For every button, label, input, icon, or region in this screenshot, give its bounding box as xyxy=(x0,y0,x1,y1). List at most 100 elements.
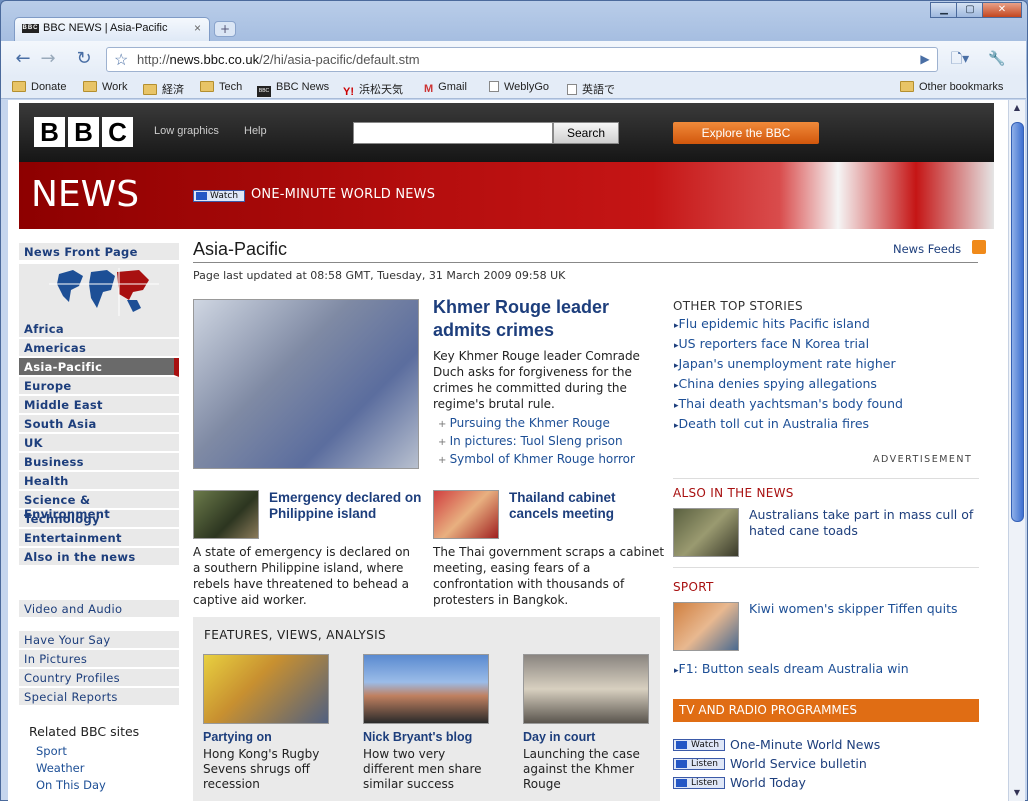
nav-country-profiles[interactable]: Country Profiles xyxy=(19,669,179,688)
browser-tab[interactable]: BBC BBC NEWS | Asia-Pacific × xyxy=(14,17,210,41)
watch-button[interactable]: Watch xyxy=(673,739,725,751)
listen-button[interactable]: Listen xyxy=(673,758,725,770)
world-map-image[interactable] xyxy=(19,264,179,320)
nav-special-reports[interactable]: Special Reports xyxy=(19,688,179,707)
nav-africa[interactable]: Africa xyxy=(19,320,179,339)
nav-business[interactable]: Business xyxy=(19,453,179,472)
feature-court-image[interactable] xyxy=(523,654,649,724)
other-story-3[interactable]: Japan's unemployment rate higher xyxy=(674,356,896,371)
bookmark-economy[interactable]: 経済 xyxy=(143,81,184,97)
maximize-button[interactable]: ▢ xyxy=(956,2,984,18)
star-icon[interactable]: ☆ xyxy=(114,50,128,70)
help-link[interactable]: Help xyxy=(244,125,267,137)
address-bar[interactable]: ☆ http://news.bbc.co.uk/2/hi/asia-pacifi… xyxy=(106,47,938,72)
scroll-up-icon[interactable]: ▲ xyxy=(1009,100,1025,116)
news-feeds-link[interactable]: News Feeds xyxy=(893,242,961,256)
sport-title: SPORT xyxy=(673,580,714,594)
related-sites-title: Related BBC sites xyxy=(29,724,140,739)
also-story-link[interactable]: Australians take part in mass cull of ha… xyxy=(749,507,979,539)
tv-one-minute-link[interactable]: One-Minute World News xyxy=(730,737,880,752)
minimize-button[interactable]: ▁ xyxy=(930,2,958,18)
nav-in-pictures[interactable]: In Pictures xyxy=(19,650,179,669)
news-logo[interactable]: NEWS xyxy=(31,175,139,215)
watch-button[interactable]: Watch xyxy=(193,190,245,202)
scrollbar[interactable]: ▲ ▼ xyxy=(1008,100,1025,801)
nav-also-in-the-news[interactable]: Also in the news xyxy=(19,548,179,567)
tv-world-service-link[interactable]: World Service bulletin xyxy=(730,756,867,771)
nav-south-asia[interactable]: South Asia xyxy=(19,415,179,434)
related-sport-link[interactable]: Sport xyxy=(36,744,67,758)
feature-blog-title[interactable]: Nick Bryant's blog xyxy=(363,730,472,744)
bookmark-tech[interactable]: Tech xyxy=(200,81,242,93)
bookmark-work[interactable]: Work xyxy=(83,81,127,93)
close-window-button[interactable]: ✕ xyxy=(982,2,1022,18)
sport-f1-link[interactable]: F1: Button seals dream Australia win xyxy=(674,661,909,676)
bookmark-donate[interactable]: Donate xyxy=(12,81,66,93)
other-bookmarks[interactable]: Other bookmarks xyxy=(900,81,1003,93)
bbc-logo[interactable]: BBC xyxy=(34,117,136,147)
nav-entertainment[interactable]: Entertainment xyxy=(19,529,179,548)
nav-middle-east[interactable]: Middle East xyxy=(19,396,179,415)
reload-icon[interactable]: ↻ xyxy=(72,48,96,70)
close-tab-icon[interactable]: × xyxy=(194,21,201,35)
go-icon[interactable]: ▶ xyxy=(913,48,937,70)
story-philippines-image[interactable] xyxy=(193,490,259,539)
forward-icon[interactable]: → xyxy=(36,48,60,70)
nav-health[interactable]: Health xyxy=(19,472,179,491)
other-story-2[interactable]: US reporters face N Korea trial xyxy=(674,336,870,351)
nav-news-front-page[interactable]: News Front Page xyxy=(19,243,179,262)
nav-have-your-say[interactable]: Have Your Say xyxy=(19,631,179,650)
wrench-menu-icon[interactable]: 🔧▾ xyxy=(985,48,1009,89)
rss-icon[interactable] xyxy=(972,240,986,254)
nav-europe[interactable]: Europe xyxy=(19,377,179,396)
related-weather-link[interactable]: Weather xyxy=(36,761,84,775)
feature-court-text: Launching the case against the Khmer Rou… xyxy=(523,747,640,791)
new-tab-button[interactable]: + xyxy=(214,21,236,37)
other-story-5[interactable]: Thai death yachtsman's body found xyxy=(674,396,903,411)
bookmark-bbc-news[interactable]: BBC BBC News xyxy=(257,81,329,97)
bookmarks-bar: Donate Work 経済 Tech BBC BBC News Y! 浜松天気 M… xyxy=(1,77,1026,99)
tv-world-today-link[interactable]: World Today xyxy=(730,775,806,790)
low-graphics-link[interactable]: Low graphics xyxy=(154,125,219,137)
scroll-thumb[interactable] xyxy=(1011,122,1024,522)
feature-partying-title[interactable]: Partying on xyxy=(203,730,272,744)
other-story-6[interactable]: Death toll cut in Australia fires xyxy=(674,416,870,431)
bookmark-weblygo[interactable]: WeblyGo xyxy=(489,81,549,93)
feature-court-title[interactable]: Day in court xyxy=(523,730,595,744)
lead-link-in-pictures[interactable]: In pictures: Tuol Sleng prison xyxy=(438,434,623,448)
story-thailand-title[interactable]: Thailand cabinet cancels meeting xyxy=(509,490,659,522)
sport-image[interactable] xyxy=(673,602,739,651)
search-input[interactable] xyxy=(353,122,553,144)
related-on-this-day-link[interactable]: On This Day xyxy=(36,778,106,792)
nav-technology[interactable]: Technology xyxy=(19,510,179,529)
other-story-1[interactable]: Flu epidemic hits Pacific island xyxy=(674,316,870,331)
bookmark-gmail[interactable]: M Gmail xyxy=(424,81,467,95)
tv-radio-title: TV AND RADIO PROGRAMMES xyxy=(673,699,979,722)
other-story-4[interactable]: China denies spying allegations xyxy=(674,376,877,391)
bookmark-english[interactable]: 英語で xyxy=(567,81,615,97)
page-menu-icon[interactable]: 🗋▾ xyxy=(948,48,972,70)
cane-toad-image[interactable] xyxy=(673,508,739,557)
lead-story-title[interactable]: Khmer Rouge leader admits crimes xyxy=(433,296,653,342)
search-button[interactable]: Search xyxy=(553,122,619,144)
listen-button[interactable]: Listen xyxy=(673,777,725,789)
sport-story-link[interactable]: Kiwi women's skipper Tiffen quits xyxy=(749,601,957,616)
nav-science-environment[interactable]: Science & Environment xyxy=(19,491,179,521)
back-icon[interactable]: ← xyxy=(11,48,35,70)
nav-video-and-audio[interactable]: Video and Audio xyxy=(19,600,179,619)
lead-story-image[interactable] xyxy=(193,299,419,469)
lead-link-symbol[interactable]: Symbol of Khmer Rouge horror xyxy=(438,452,635,466)
feature-rugby-image[interactable] xyxy=(203,654,329,724)
story-thailand-image[interactable] xyxy=(433,490,499,539)
title-divider xyxy=(193,262,978,263)
explore-bbc-button[interactable]: Explore the BBC xyxy=(673,122,819,144)
story-philippines-title[interactable]: Emergency declared on Philippine island xyxy=(269,490,439,522)
bookmark-weather[interactable]: Y! 浜松天気 xyxy=(343,81,403,98)
nav-uk[interactable]: UK xyxy=(19,434,179,453)
nav-americas[interactable]: Americas xyxy=(19,339,179,358)
nav-asia-pacific[interactable]: Asia-Pacific xyxy=(19,358,179,377)
watch-label[interactable]: ONE-MINUTE WORLD NEWS xyxy=(251,187,435,202)
lead-link-pursuing[interactable]: Pursuing the Khmer Rouge xyxy=(438,416,610,430)
feature-blog-image[interactable] xyxy=(363,654,489,724)
scroll-down-icon[interactable]: ▼ xyxy=(1009,785,1025,801)
